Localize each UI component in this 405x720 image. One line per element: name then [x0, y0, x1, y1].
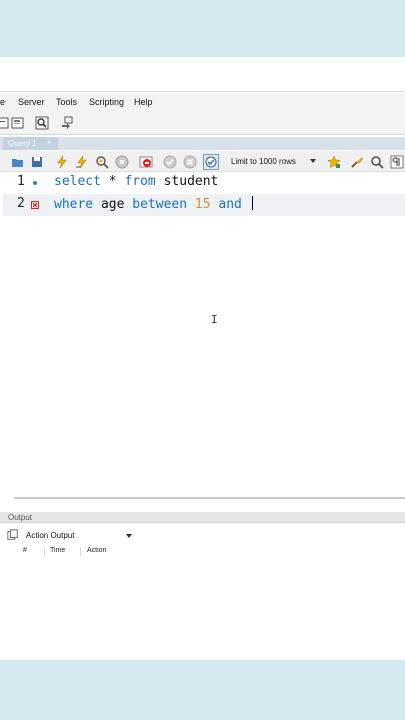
menu-item-scripting[interactable]: Scripting: [89, 97, 124, 107]
menu-item-partial[interactable]: e: [0, 97, 5, 107]
menu-item-help[interactable]: Help: [134, 97, 153, 107]
window-top-area: [0, 57, 405, 92]
code-token: *: [100, 174, 125, 189]
chevron-down-icon: [126, 534, 132, 538]
code-token: student: [155, 174, 219, 189]
open-sql-icon[interactable]: [11, 116, 25, 130]
execute-icon[interactable]: [55, 155, 69, 169]
column-divider[interactable]: [44, 547, 45, 556]
syntax-error-icon: [31, 201, 39, 209]
commit-icon[interactable]: [163, 155, 177, 169]
line-number: 2: [17, 196, 25, 211]
rollback-icon[interactable]: [183, 155, 197, 169]
output-toolbar: Action Output: [0, 527, 405, 544]
autocommit-icon[interactable]: [203, 154, 219, 170]
keyword-token: from: [124, 174, 156, 189]
workbench-window: e Server Tools Scripting Help Query 1 ×: [0, 57, 405, 660]
migration-icon[interactable]: [60, 116, 74, 130]
bookmark-icon[interactable]: [327, 155, 341, 169]
chevron-down-icon: [310, 159, 316, 163]
output-type-select[interactable]: Action Output: [22, 529, 134, 542]
editor-line-1[interactable]: 1 select * from student: [3, 172, 405, 194]
invisible-chars-icon[interactable]: [390, 155, 404, 169]
stop-icon[interactable]: [115, 155, 129, 169]
tab-label: Query 1: [8, 139, 37, 148]
keyword-token: where: [54, 197, 94, 212]
menu-item-tools[interactable]: Tools: [56, 97, 77, 107]
line-number: 1: [17, 174, 25, 189]
editor-line-2[interactable]: 2 where age between 15 and: [3, 194, 405, 216]
output-panel-title: Output: [8, 513, 33, 522]
sql-editor-toolbar: Limit to 1000 rows: [0, 151, 405, 172]
keyword-token: between: [132, 197, 188, 212]
toggle-error-icon[interactable]: [139, 155, 153, 169]
open-file-icon[interactable]: [11, 155, 25, 169]
sql-editor[interactable]: 1 select * from student 2 where age betw…: [3, 172, 405, 497]
menu-bar: e Server Tools Scripting Help: [0, 93, 405, 111]
tab-close-icon[interactable]: ×: [47, 138, 52, 147]
explain-icon[interactable]: [95, 155, 109, 169]
text-caret: [251, 196, 253, 210]
mouse-ibeam-cursor: I: [211, 313, 218, 326]
main-toolbar: [0, 111, 405, 135]
tab-query-1[interactable]: Query 1 ×: [3, 137, 58, 150]
column-header-time[interactable]: Time: [50, 547, 65, 554]
keyword-token: select: [54, 174, 101, 189]
number-token: 15: [194, 197, 211, 212]
output-type-value: Action Output: [26, 531, 75, 540]
copy-icon[interactable]: [7, 529, 19, 541]
column-divider[interactable]: [80, 547, 81, 556]
save-icon[interactable]: [30, 155, 44, 169]
beautify-icon[interactable]: [350, 155, 364, 169]
column-header-number[interactable]: #: [23, 547, 27, 554]
new-sql-tab-icon[interactable]: [0, 116, 10, 130]
column-header-action[interactable]: Action: [87, 547, 106, 554]
limit-rows-select[interactable]: Limit to 1000 rows: [227, 154, 318, 169]
editor-output-splitter[interactable]: [14, 497, 405, 499]
code-text: select * from student: [54, 174, 218, 189]
keyword-token: and: [218, 197, 242, 212]
statement-dot-icon: [33, 181, 37, 185]
code-token: age: [93, 197, 133, 212]
output-table-header: # Time Action: [0, 546, 405, 557]
limit-rows-value: Limit to 1000 rows: [231, 157, 296, 166]
find-icon[interactable]: [370, 155, 384, 169]
code-text: where age between 15 and: [54, 196, 253, 212]
output-panel-header: Output: [0, 512, 405, 523]
execute-current-icon[interactable]: [75, 155, 89, 169]
inspector-icon[interactable]: [35, 116, 49, 130]
query-tab-strip: Query 1 ×: [0, 137, 405, 150]
menu-item-server[interactable]: Server: [18, 97, 45, 107]
